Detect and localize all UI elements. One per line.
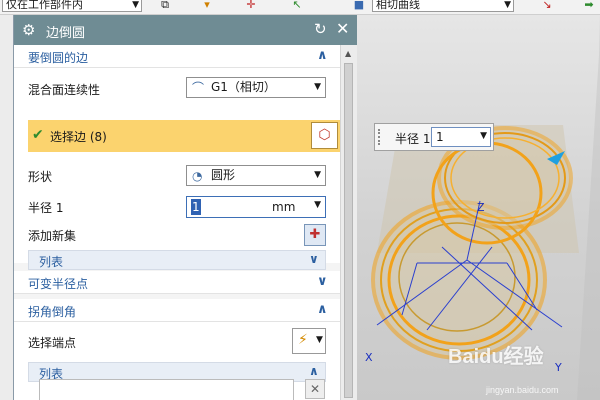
edges-section-title: 要倒圆的边	[28, 51, 89, 65]
forward-icon[interactable]: ➡	[582, 0, 596, 12]
watermark-logo: Baidu经验	[448, 346, 544, 368]
lightning-point-icon: ⚡	[298, 332, 308, 348]
edge-blend-dialog: ⚙ 边倒圆 ↻ ✕ 要倒圆的边 ∧ 混合面连续性 ⌒ G1（相切） ▼ ✔ 选择…	[13, 15, 357, 400]
add-new-set-label: 添加新集	[28, 229, 77, 243]
chevron-down-icon[interactable]: ∨	[317, 274, 328, 289]
continuity-value: G1（相切）	[211, 80, 276, 94]
delete-icon: ✕	[309, 382, 321, 396]
variable-radius-header[interactable]: 可变半径点 ∨	[14, 271, 340, 294]
continuity-label: 混合面连续性	[28, 83, 101, 97]
chevron-up-icon[interactable]: ∧	[309, 364, 319, 378]
radius-input[interactable]: 1 mm ▼	[186, 196, 326, 218]
left-resource-strip	[0, 15, 14, 400]
curve-rule-value: 相切曲线	[376, 0, 420, 11]
corner-chamfer-title: 拐角倒角	[28, 305, 77, 319]
corner-list-box[interactable]	[39, 379, 294, 400]
dialog-title: 边倒圆	[46, 26, 86, 41]
selection-scope-value: 仅在工作部件内	[6, 0, 83, 11]
selection-scope-select[interactable]: 仅在工作部件内 ▼	[2, 0, 142, 12]
edge-select-cube-button[interactable]: ⬡	[311, 122, 338, 149]
shape-value: 圆形	[211, 168, 236, 182]
shape-label: 形状	[28, 170, 53, 184]
shape-dropdown[interactable]: ◔ 圆形 ▼	[186, 165, 326, 186]
chevron-up-icon[interactable]: ∧	[317, 48, 328, 63]
y-axis-label: Y	[554, 361, 562, 374]
chevron-down-icon[interactable]: ∨	[309, 252, 319, 266]
check-icon: ✔	[32, 127, 44, 143]
radius-popup-field[interactable]: 1 ▼	[431, 127, 491, 147]
filter-icon[interactable]: ▾	[200, 0, 214, 12]
chevron-down-icon[interactable]: ▼	[314, 200, 321, 210]
radius-popup-label: 半径 1	[395, 132, 431, 146]
add-new-set-button[interactable]: ✚	[304, 224, 326, 246]
select-endpoint-label: 选择端点	[28, 336, 77, 350]
chevron-down-icon[interactable]: ▼	[480, 131, 487, 141]
drag-grip-icon[interactable]	[378, 129, 383, 145]
select-edge-row[interactable]: ✔ 选择边 (8) ⬡	[28, 120, 340, 152]
close-icon[interactable]: ✕	[336, 19, 349, 38]
edges-section: 要倒圆的边 ∧ 混合面连续性 ⌒ G1（相切） ▼ ✔ 选择边 (8) ⬡ 形状…	[14, 45, 340, 270]
radius-label: 半径 1	[28, 201, 64, 215]
watermark-url: jingyan.baidu.com	[486, 385, 559, 395]
chevron-down-icon: ▼	[504, 0, 511, 10]
edges-section-header[interactable]: 要倒圆的边 ∧	[14, 45, 340, 68]
select-endpoint-button[interactable]: ⚡ ▼	[292, 328, 326, 354]
select-edge-label: 选择边 (8)	[50, 130, 107, 144]
arrow-icon[interactable]: ↘	[540, 0, 554, 12]
chevron-down-icon: ▼	[132, 0, 139, 10]
chevron-down-icon: ▼	[316, 335, 323, 345]
top-toolbar: 仅在工作部件内 ▼ ⧉ ▾ ✛ ↖ ■ 相切曲线 ▼ ↘ ➡	[0, 0, 600, 15]
cube-icon: ⬡	[318, 127, 331, 143]
gear-icon[interactable]: ⚙	[22, 21, 35, 39]
radius-value: 1	[191, 199, 201, 215]
delete-button[interactable]: ✕	[305, 379, 325, 399]
radius-popup-value: 1	[436, 130, 444, 144]
edges-list-bar[interactable]: 列表 ∨	[28, 250, 326, 270]
dialog-content: 要倒圆的边 ∧ 混合面连续性 ⌒ G1（相切） ▼ ✔ 选择边 (8) ⬡ 形状…	[14, 45, 340, 400]
corner-chamfer-header[interactable]: 拐角倒角 ∧	[14, 299, 340, 322]
scrollbar-thumb[interactable]	[344, 63, 353, 398]
chevron-up-icon[interactable]: ∧	[317, 302, 328, 317]
reset-icon[interactable]: ↻	[314, 20, 327, 38]
z-axis-label: Z	[477, 201, 485, 214]
point-snap-icon[interactable]: ✛	[244, 0, 258, 12]
add-set-icon: ✚	[309, 227, 321, 242]
variable-radius-title: 可变半径点	[28, 277, 89, 291]
scroll-up-icon[interactable]: ▲	[345, 49, 351, 58]
radius-unit: mm	[272, 200, 296, 214]
body-icon[interactable]: ■	[352, 0, 366, 12]
radius-onscreen-input[interactable]: 半径 1 1 ▼	[374, 123, 494, 151]
cursor-icon[interactable]: ↖	[290, 0, 304, 12]
continuity-dropdown[interactable]: ⌒ G1（相切） ▼	[186, 77, 326, 98]
dialog-title-bar: ⚙ 边倒圆 ↻ ✕	[14, 15, 357, 45]
edges-list-label: 列表	[39, 255, 64, 269]
chevron-down-icon: ▼	[314, 170, 321, 180]
background-shade	[577, 15, 600, 400]
g1-blend-icon: ⌒	[192, 81, 205, 95]
circular-shape-icon: ◔	[192, 169, 203, 183]
curve-rule-select[interactable]: 相切曲线 ▼	[372, 0, 514, 12]
x-axis-label: X	[365, 351, 373, 364]
variable-radius-section: 可变半径点 ∨	[14, 271, 340, 294]
dialog-scrollbar[interactable]: ▲	[340, 45, 357, 400]
snap-icon[interactable]: ⧉	[158, 0, 172, 12]
chevron-down-icon: ▼	[314, 82, 321, 92]
